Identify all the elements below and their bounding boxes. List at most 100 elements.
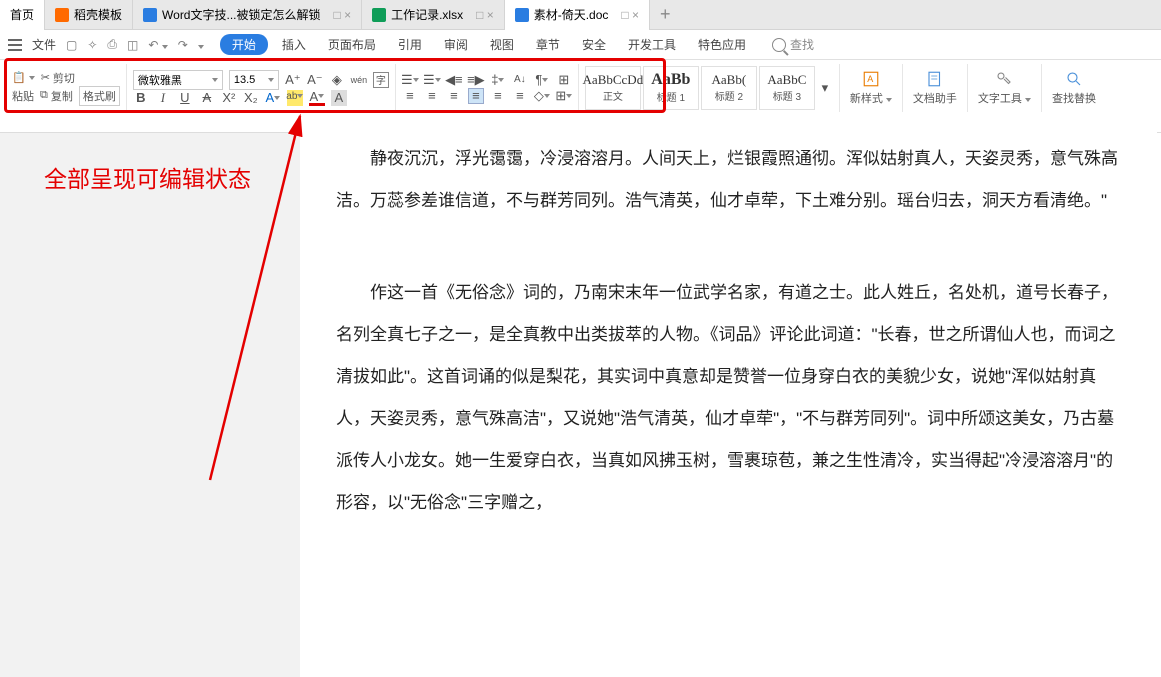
align-center-icon[interactable]: ≡: [424, 88, 440, 104]
char-border-icon[interactable]: 字: [373, 72, 389, 88]
left-margin-area: [0, 133, 300, 677]
line-spacing-icon[interactable]: ‡: [490, 72, 506, 88]
docer-icon: [55, 8, 69, 22]
cut-button[interactable]: ✂ 剪切: [41, 70, 75, 86]
shading-icon[interactable]: ◇: [534, 88, 550, 104]
search-box[interactable]: 查找: [772, 36, 814, 53]
search-label: 查找: [790, 36, 814, 53]
tab-label: 首页: [10, 6, 34, 23]
ribbon-menu: 开始 插入 页面布局 引用 审阅 视图 章节 安全 开发工具 特色应用: [220, 34, 754, 55]
dropdown-icon[interactable]: [198, 38, 204, 52]
decrease-font-icon[interactable]: A⁻: [307, 72, 323, 88]
undo-icon[interactable]: ↶: [148, 38, 167, 52]
menu-section[interactable]: 章节: [528, 34, 568, 55]
doc-assistant-button[interactable]: 文档助手: [903, 64, 968, 112]
open-icon[interactable]: ✧: [87, 38, 97, 52]
sort-icon[interactable]: A↓: [512, 72, 528, 88]
font-group: 微软雅黑 13.5 A⁺ A⁻ ◈ wén 字 B I U A X² X₂ A …: [127, 64, 396, 112]
tab-bar: 首页 稻壳模板 Word文字技...被锁定怎么解锁 □ × 工作记录.xlsx □ …: [0, 0, 1161, 30]
superscript-icon[interactable]: X²: [221, 90, 237, 106]
copy-button[interactable]: ⧉ 复制: [40, 88, 73, 104]
menu-dev[interactable]: 开发工具: [620, 34, 684, 55]
word-icon: [515, 8, 529, 22]
menu-ref[interactable]: 引用: [390, 34, 430, 55]
styles-more-icon[interactable]: ▾: [817, 80, 833, 96]
italic-icon[interactable]: I: [155, 90, 171, 106]
align-right-icon[interactable]: ≡: [446, 88, 462, 104]
bullets-icon[interactable]: ☰: [402, 72, 418, 88]
bold-icon[interactable]: B: [133, 90, 149, 106]
style-h1[interactable]: AaBb标题 1: [643, 66, 699, 110]
distribute-icon[interactable]: ≡: [490, 88, 506, 104]
menu-insert[interactable]: 插入: [274, 34, 314, 55]
format-painter[interactable]: 格式刷: [79, 86, 120, 106]
tab-home[interactable]: 首页: [0, 0, 45, 30]
menu-start[interactable]: 开始: [220, 34, 268, 55]
find-replace-button[interactable]: 查找替换: [1042, 64, 1106, 112]
clear-format-icon[interactable]: ◈: [329, 72, 345, 88]
tab-doc-3[interactable]: 素材-倚天.doc □ ×: [505, 0, 650, 30]
annotation-text: 全部呈现可编辑状态: [44, 160, 251, 194]
numbering-icon[interactable]: ☰: [424, 72, 440, 88]
tab-label: 工作记录.xlsx: [391, 6, 463, 23]
quick-access-toolbar: 文件 ▢ ✧ ⎙ ◫ ↶ ↷ 开始 插入 页面布局 引用 审阅 视图 章节 安全…: [0, 30, 1161, 60]
menu-view[interactable]: 视图: [482, 34, 522, 55]
distribute-char-icon[interactable]: ≡: [512, 88, 528, 104]
paste-label[interactable]: 粘贴: [12, 88, 34, 104]
print-icon[interactable]: ⎙: [107, 37, 117, 52]
text-effects-icon[interactable]: A: [265, 90, 281, 106]
font-color-icon[interactable]: A: [309, 90, 325, 106]
svg-text:A: A: [867, 74, 873, 84]
hamburger-icon[interactable]: [8, 39, 22, 51]
menu-review[interactable]: 审阅: [436, 34, 476, 55]
tab-doc-1[interactable]: Word文字技...被锁定怎么解锁 □ ×: [133, 0, 362, 30]
showmarks-icon[interactable]: ¶: [534, 72, 550, 88]
highlight-icon[interactable]: ab: [287, 90, 303, 106]
tabs-icon[interactable]: ⊞: [556, 72, 572, 88]
char-shading-icon[interactable]: A: [331, 90, 347, 106]
paragraph-group: ☰ ☰ ◀≡ ≡▶ ‡ A↓ ¶ ⊞ ≡ ≡ ≡ ≡ ≡ ≡ ◇ ⊞: [396, 64, 579, 112]
word-icon: [143, 8, 157, 22]
tab-templates[interactable]: 稻壳模板: [45, 0, 133, 30]
tab-label: 素材-倚天.doc: [534, 6, 609, 23]
indent-inc-icon[interactable]: ≡▶: [468, 72, 484, 88]
style-h2[interactable]: AaBb(标题 2: [701, 66, 757, 110]
style-normal[interactable]: AaBbCcDd正文: [585, 66, 641, 110]
tab-label: 稻壳模板: [74, 6, 122, 23]
new-tab-button[interactable]: +: [650, 4, 681, 25]
paste-button[interactable]: 📋: [12, 71, 35, 84]
tab-label: Word文字技...被锁定怎么解锁: [162, 6, 320, 23]
blank-line: [336, 226, 1121, 268]
style-h3[interactable]: AaBbC标题 3: [759, 66, 815, 110]
new-style-button[interactable]: A 新样式: [840, 64, 903, 112]
increase-font-icon[interactable]: A⁺: [285, 72, 301, 88]
text-tools-button[interactable]: 文字工具: [968, 64, 1042, 112]
font-size-select[interactable]: 13.5: [229, 70, 279, 90]
paragraph: 作这一首《无俗念》词的，乃南宋末年一位武学名家，有道之士。此人姓丘，名处机，道号…: [336, 272, 1121, 524]
menu-special[interactable]: 特色应用: [690, 34, 754, 55]
new-icon[interactable]: ▢: [66, 38, 77, 52]
align-justify-icon[interactable]: ≡: [468, 88, 484, 104]
subscript-icon[interactable]: X₂: [243, 90, 259, 106]
tab-controls[interactable]: □ ×: [334, 8, 352, 22]
tab-doc-2[interactable]: 工作记录.xlsx □ ×: [362, 0, 505, 30]
phonetic-icon[interactable]: wén: [351, 72, 367, 88]
indent-dec-icon[interactable]: ◀≡: [446, 72, 462, 88]
redo-icon[interactable]: ↷: [178, 38, 188, 52]
menu-security[interactable]: 安全: [574, 34, 614, 55]
excel-icon: [372, 8, 386, 22]
tab-controls[interactable]: □ ×: [621, 8, 639, 22]
paragraph: 静夜沉沉，浮光霭霭，冷浸溶溶月。人间天上，烂银霞照通彻。浑似姑射真人，天姿灵秀，…: [336, 138, 1121, 222]
align-left-icon[interactable]: ≡: [402, 88, 418, 104]
borders-icon[interactable]: ⊞: [556, 88, 572, 104]
clipboard-group: 📋 ✂ 剪切 粘贴 ⧉ 复制 格式刷: [6, 64, 127, 112]
strike-icon[interactable]: A: [199, 90, 215, 106]
font-name-select[interactable]: 微软雅黑: [133, 70, 223, 90]
menu-layout[interactable]: 页面布局: [320, 34, 384, 55]
preview-icon[interactable]: ◫: [127, 38, 138, 52]
tab-controls[interactable]: □ ×: [476, 8, 494, 22]
document-body[interactable]: 静夜沉沉，浮光霭霭，冷浸溶溶月。人间天上，烂银霞照通彻。浑似姑射真人，天姿灵秀，…: [300, 118, 1157, 677]
file-menu[interactable]: 文件: [32, 36, 56, 53]
underline-icon[interactable]: U: [177, 90, 193, 106]
ribbon: 📋 ✂ 剪切 粘贴 ⧉ 复制 格式刷 微软雅黑 13.5 A⁺ A⁻ ◈ wén…: [0, 60, 1161, 115]
